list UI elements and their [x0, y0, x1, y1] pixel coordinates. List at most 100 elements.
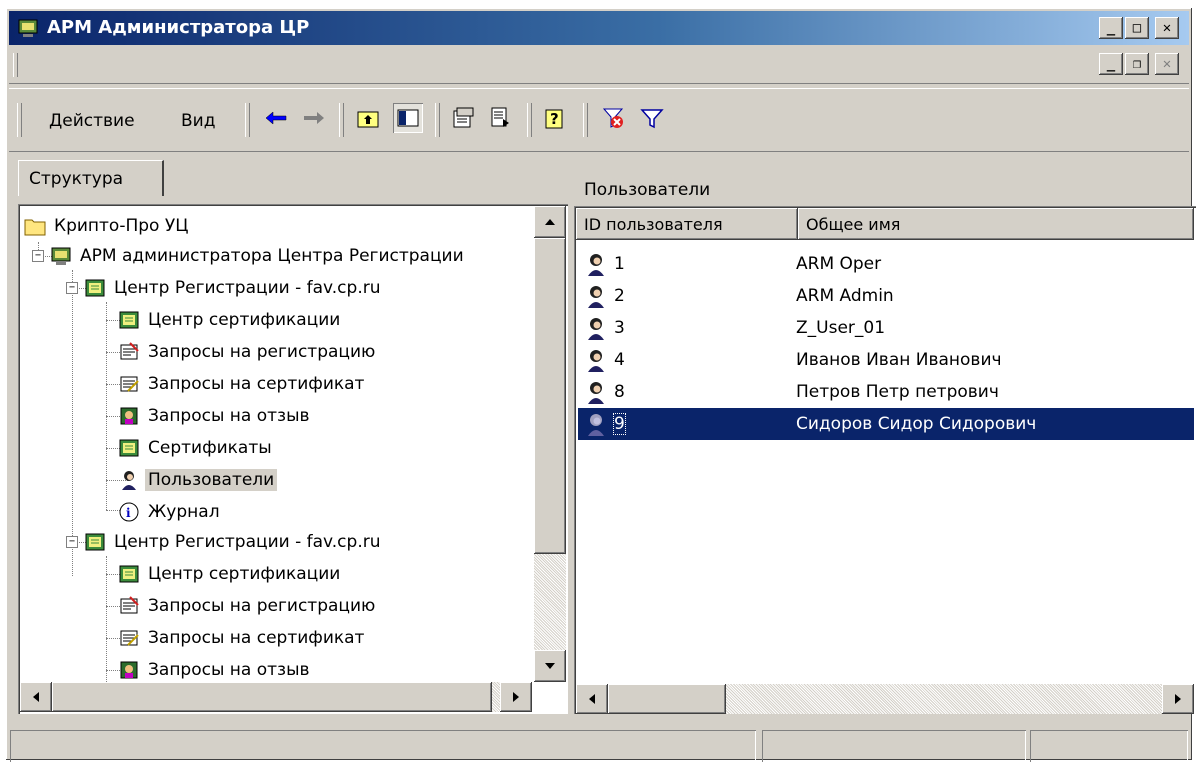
table-row[interactable]: 8 Петров Петр петрович — [578, 376, 1194, 408]
scroll-down-button[interactable] — [534, 650, 566, 682]
tree-node-reg-requests-2[interactable]: Запросы на регистрацию — [118, 592, 378, 620]
arrow-right-icon — [513, 692, 519, 702]
toolbar: Действие Вид ? — [9, 88, 1189, 152]
minimize-button[interactable]: _ — [1099, 17, 1123, 39]
details-header: Пользователи — [574, 174, 1196, 206]
log-icon: i — [119, 502, 139, 522]
users-list-view: ID пользователя Общее имя 1 ARM Oper 2 A… — [574, 206, 1196, 714]
filter-button[interactable] — [637, 103, 667, 133]
tree-pane-icon — [397, 109, 419, 127]
close-button[interactable]: ✕ — [1155, 17, 1179, 39]
tree-vertical-scrollbar[interactable] — [534, 206, 566, 682]
status-bar-pane-1 — [10, 730, 756, 762]
request-icon — [120, 596, 139, 614]
status-bar-pane-2 — [762, 730, 1026, 762]
tab-structure-label: Структура — [29, 169, 124, 189]
tree-node-cert-requests[interactable]: Запросы на сертификат — [118, 370, 367, 398]
menu-view[interactable]: Вид — [181, 111, 215, 131]
vertical-scroll-thumb[interactable] — [534, 238, 566, 554]
arrow-right-icon — [1175, 694, 1181, 704]
scroll-up-button[interactable] — [534, 206, 566, 238]
certificate-icon — [119, 439, 139, 457]
tree-node-root[interactable]: Крипто-Про УЦ — [24, 212, 191, 240]
tree-node-ca-2[interactable]: Центр сертификации — [118, 560, 343, 588]
app-icon — [18, 19, 38, 37]
revoke-icon — [120, 661, 138, 679]
list-horizontal-scrollbar[interactable] — [576, 684, 1194, 714]
tree-pane: − − − Крипто-Про УЦ АРМ администратора Ц… — [18, 204, 568, 714]
app-window: АРМ Администратора ЦР _ □ ✕ _ ❐ ✕ Действ… — [6, 8, 1196, 762]
tree-node-revoke-requests-2[interactable]: Запросы на отзыв — [118, 656, 313, 684]
back-arrow-icon — [265, 111, 287, 125]
arrow-left-icon — [33, 692, 39, 702]
folder-up-icon — [357, 111, 379, 128]
export-button[interactable] — [487, 103, 517, 133]
tree-node-log[interactable]: i Журнал — [118, 498, 223, 526]
maximize-button[interactable]: □ — [1125, 17, 1149, 39]
user-icon — [588, 350, 604, 372]
certificate-icon — [85, 533, 105, 551]
properties-button[interactable] — [449, 103, 479, 133]
tree-node-reg-requests[interactable]: Запросы на регистрацию — [118, 338, 378, 366]
table-row[interactable]: 3 Z_User_01 — [578, 312, 1194, 344]
collapse-toggle[interactable]: − — [66, 536, 78, 548]
horizontal-scroll-thumb[interactable] — [608, 684, 726, 714]
remove-filter-button[interactable] — [599, 103, 629, 133]
toolbar-separator — [435, 103, 440, 137]
details-title: Пользователи — [584, 180, 711, 200]
collapse-toggle[interactable]: − — [32, 250, 44, 262]
user-icon — [588, 382, 604, 404]
child-restore-button[interactable]: ❐ — [1125, 53, 1149, 75]
horizontal-scroll-thumb[interactable] — [52, 682, 492, 712]
scroll-left-button[interactable] — [576, 684, 608, 714]
tree-node-rc-2[interactable]: Центр Регистрации - fav.cp.ru — [84, 528, 383, 556]
scroll-right-button[interactable] — [1162, 684, 1194, 714]
tree-node-arm[interactable]: АРМ администратора Центра Регистрации — [50, 242, 467, 270]
window-title: АРМ Администратора ЦР — [47, 17, 310, 38]
arrow-left-icon — [589, 694, 595, 704]
toolbar-separator — [339, 103, 344, 137]
tree-view: − − − Крипто-Про УЦ АРМ администратора Ц… — [20, 206, 532, 684]
tree-node-cert-requests-2[interactable]: Запросы на сертификат — [118, 624, 367, 652]
tree-node-ca[interactable]: Центр сертификации — [118, 306, 343, 334]
user-icon — [122, 471, 136, 490]
computer-icon — [51, 247, 71, 265]
tab-structure[interactable]: Структура — [18, 160, 164, 196]
help-button[interactable]: ? — [541, 103, 571, 133]
status-bar-pane-3 — [1030, 730, 1188, 762]
svg-text:?: ? — [550, 110, 559, 128]
column-header-user-id[interactable]: ID пользователя — [576, 208, 798, 240]
scroll-right-button[interactable] — [500, 682, 532, 712]
certificate-icon — [119, 565, 139, 583]
title-bar[interactable]: АРМ Администратора ЦР _ □ ✕ — [9, 11, 1189, 45]
user-icon — [588, 254, 604, 276]
tree-node-certificates[interactable]: Сертификаты — [118, 434, 275, 462]
child-close-button: ✕ — [1155, 53, 1179, 75]
request-icon — [120, 342, 139, 360]
show-tree-button[interactable] — [393, 103, 423, 133]
tree-horizontal-scrollbar[interactable] — [20, 682, 532, 712]
properties-icon — [453, 107, 474, 128]
table-row[interactable]: 4 Иванов Иван Иванович — [578, 344, 1194, 376]
folder-icon — [24, 219, 46, 236]
menu-action[interactable]: Действие — [49, 111, 135, 131]
tree-node-users[interactable]: Пользователи — [118, 466, 278, 494]
column-header-common-name[interactable]: Общее имя — [798, 208, 1194, 240]
toolbar-separator — [245, 103, 250, 137]
tree-node-rc[interactable]: Центр Регистрации - fav.cp.ru — [84, 274, 383, 302]
svg-text:i: i — [126, 506, 131, 520]
scroll-left-button[interactable] — [20, 682, 52, 712]
up-level-button[interactable] — [353, 103, 383, 133]
table-row[interactable]: 2 ARM Admin — [578, 280, 1194, 312]
help-icon: ? — [545, 109, 563, 129]
forward-button[interactable] — [299, 103, 329, 133]
table-row-selected[interactable]: 9 Сидоров Сидор Сидорович — [578, 408, 1194, 440]
toolbar-separator — [527, 103, 532, 137]
tree-node-revoke-requests[interactable]: Запросы на отзыв — [118, 402, 313, 430]
collapse-toggle[interactable]: − — [66, 282, 78, 294]
filter-icon — [640, 109, 664, 129]
export-list-icon — [491, 107, 509, 127]
back-button[interactable] — [261, 103, 291, 133]
table-row[interactable]: 1 ARM Oper — [578, 248, 1194, 280]
child-minimize-button[interactable]: _ — [1099, 53, 1123, 75]
